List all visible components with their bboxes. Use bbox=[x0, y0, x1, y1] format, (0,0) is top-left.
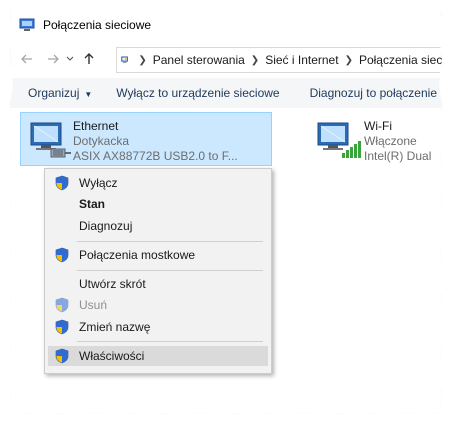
adapter-device: Intel(R) Dual bbox=[364, 149, 432, 163]
wifi-adapter-icon bbox=[317, 122, 361, 158]
menu-item-label: Usuń bbox=[79, 298, 108, 312]
menu-item-delete: Usuń bbox=[48, 295, 268, 315]
breadcrumb-network-connections[interactable]: Połączenia sieci bbox=[359, 53, 442, 67]
menu-separator bbox=[77, 241, 263, 242]
menu-item-diagnose[interactable]: Diagnozuj bbox=[48, 216, 268, 236]
uac-shield-icon bbox=[55, 348, 69, 364]
network-connections-app-icon bbox=[19, 18, 35, 31]
disable-device-button[interactable]: Wyłącz to urządzenie sieciowe bbox=[116, 86, 279, 100]
menu-item-status[interactable]: Stan bbox=[48, 194, 268, 214]
adapter-status: Dotykacka bbox=[73, 134, 130, 148]
arrow-left-icon[interactable] bbox=[16, 48, 38, 70]
control-panel-icon bbox=[121, 56, 129, 63]
menu-item-label: Właściwości bbox=[79, 349, 145, 363]
adapter-item-ethernet[interactable]: Ethernet Dotykacka ASIX AX88772B USB2.0 … bbox=[20, 112, 272, 166]
arrow-up-icon[interactable] bbox=[78, 48, 100, 70]
menu-item-label: Stan bbox=[79, 197, 106, 211]
menu-item-label: Wyłącz bbox=[79, 176, 118, 190]
ethernet-adapter-icon bbox=[30, 122, 71, 158]
uac-shield-icon bbox=[55, 247, 69, 263]
menu-item-properties[interactable]: Właściwości bbox=[48, 346, 268, 366]
menu-separator bbox=[77, 270, 263, 271]
organize-menu-button[interactable]: Organizuj ▼ bbox=[28, 86, 92, 100]
command-bar: Organizuj ▼ Wyłącz to urządzenie sieciowe… bbox=[10, 78, 442, 109]
chevron-down-icon[interactable] bbox=[64, 48, 76, 70]
menu-item-label: Zmień nazwę bbox=[79, 320, 151, 334]
uac-shield-icon bbox=[55, 319, 69, 335]
breadcrumb-separator-icon[interactable]: ❯ bbox=[345, 55, 353, 66]
dropdown-arrow-icon: ▼ bbox=[84, 90, 93, 99]
uac-shield-icon bbox=[55, 175, 69, 191]
breadcrumb-separator-icon[interactable]: ❯ bbox=[138, 55, 146, 66]
title-bar: Połączenia sieciowe bbox=[10, 10, 442, 40]
menu-separator bbox=[77, 341, 263, 342]
breadcrumb-control-panel[interactable]: Panel sterowania bbox=[153, 53, 245, 67]
breadcrumb-network-internet[interactable]: Sieć i Internet bbox=[265, 53, 338, 67]
uac-shield-icon bbox=[55, 297, 69, 313]
address-bar[interactable]: ❯ Panel sterowania ❯ Sieć i Internet ❯ P… bbox=[116, 47, 442, 73]
adapter-item-wifi[interactable]: Wi-Fi Włączone Intel(R) Dual bbox=[312, 113, 442, 165]
organize-label: Organizuj bbox=[28, 86, 80, 100]
adapter-name: Wi-Fi bbox=[364, 119, 392, 133]
address-row: ❯ Panel sterowania ❯ Sieć i Internet ❯ P… bbox=[10, 44, 442, 74]
menu-item-disable[interactable]: Wyłącz bbox=[48, 173, 268, 193]
menu-item-label: Utwórz skrót bbox=[79, 277, 146, 291]
adapter-device: ASIX AX88772B USB2.0 to F... bbox=[73, 149, 238, 163]
adapter-status: Włączone bbox=[364, 134, 417, 148]
menu-item-label: Diagnozuj bbox=[79, 219, 133, 233]
menu-item-bridge-connections[interactable]: Połączenia mostkowe bbox=[48, 245, 268, 265]
menu-item-rename[interactable]: Zmień nazwę bbox=[48, 317, 268, 337]
context-menu: Wyłącz Stan Diagnozuj Połączenia mostkow… bbox=[44, 168, 272, 374]
window-title: Połączenia sieciowe bbox=[43, 18, 152, 32]
adapter-name: Ethernet bbox=[73, 119, 119, 133]
menu-item-create-shortcut[interactable]: Utwórz skrót bbox=[48, 274, 268, 294]
breadcrumb-separator-icon[interactable]: ❯ bbox=[251, 55, 259, 66]
diagnose-connection-button[interactable]: Diagnozuj to połączenie bbox=[310, 86, 437, 100]
menu-item-label: Połączenia mostkowe bbox=[79, 248, 196, 262]
arrow-right-icon[interactable] bbox=[42, 48, 64, 70]
